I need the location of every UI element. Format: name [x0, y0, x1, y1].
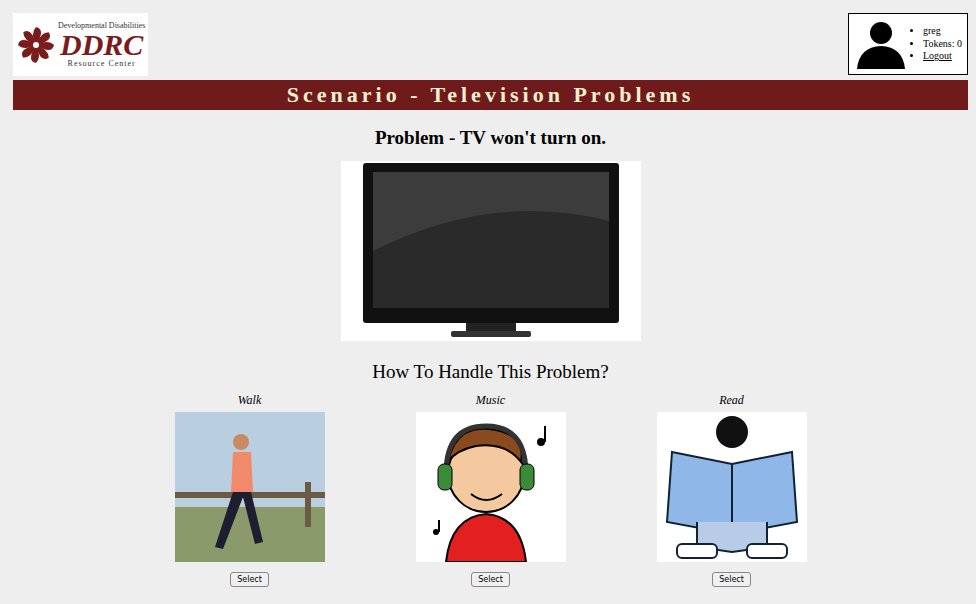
option-card: Read Select [611, 393, 852, 587]
header: Developmental DisabilitiesDDRCResource C… [13, 13, 968, 76]
logo[interactable]: Developmental DisabilitiesDDRCResource C… [13, 13, 148, 76]
logo-line: Resource Center [68, 60, 136, 68]
user-silhouette-icon [851, 19, 911, 69]
option-card: Walk Select [129, 393, 370, 587]
logo-mark: DDRC [60, 30, 143, 60]
user-menu: gregTokens: 0Logout [911, 25, 962, 63]
option-label: Walk [238, 393, 262, 407]
logo-line: Developmental Disabilities [58, 22, 145, 30]
select-button[interactable]: Select [712, 572, 751, 587]
select-button[interactable]: Select [230, 572, 269, 587]
token-count: Tokens: 0 [923, 38, 962, 51]
option-label: Music [476, 393, 505, 407]
pinwheel-icon [16, 25, 56, 65]
tv-picture [13, 161, 968, 341]
user-box: gregTokens: 0Logout [848, 13, 968, 75]
logout-link[interactable]: Logout [923, 50, 952, 61]
option-card: Music Select [370, 393, 611, 587]
music-picture-icon [416, 412, 566, 562]
problem-heading: Problem - TV won't turn on. [13, 127, 968, 149]
title-banner: Scenario - Television Problems [13, 80, 968, 110]
question-heading: How To Handle This Problem? [13, 361, 968, 383]
photo-picture-icon [175, 412, 325, 562]
user-name: greg [923, 25, 962, 38]
logout-item: Logout [923, 50, 962, 63]
option-label: Read [719, 393, 744, 407]
television-icon [341, 161, 641, 341]
read-picture-icon [657, 412, 807, 562]
logo-text: Developmental DisabilitiesDDRCResource C… [58, 22, 145, 68]
select-button[interactable]: Select [471, 572, 510, 587]
options-list: Walk Select Music Select Read Select [13, 393, 968, 587]
